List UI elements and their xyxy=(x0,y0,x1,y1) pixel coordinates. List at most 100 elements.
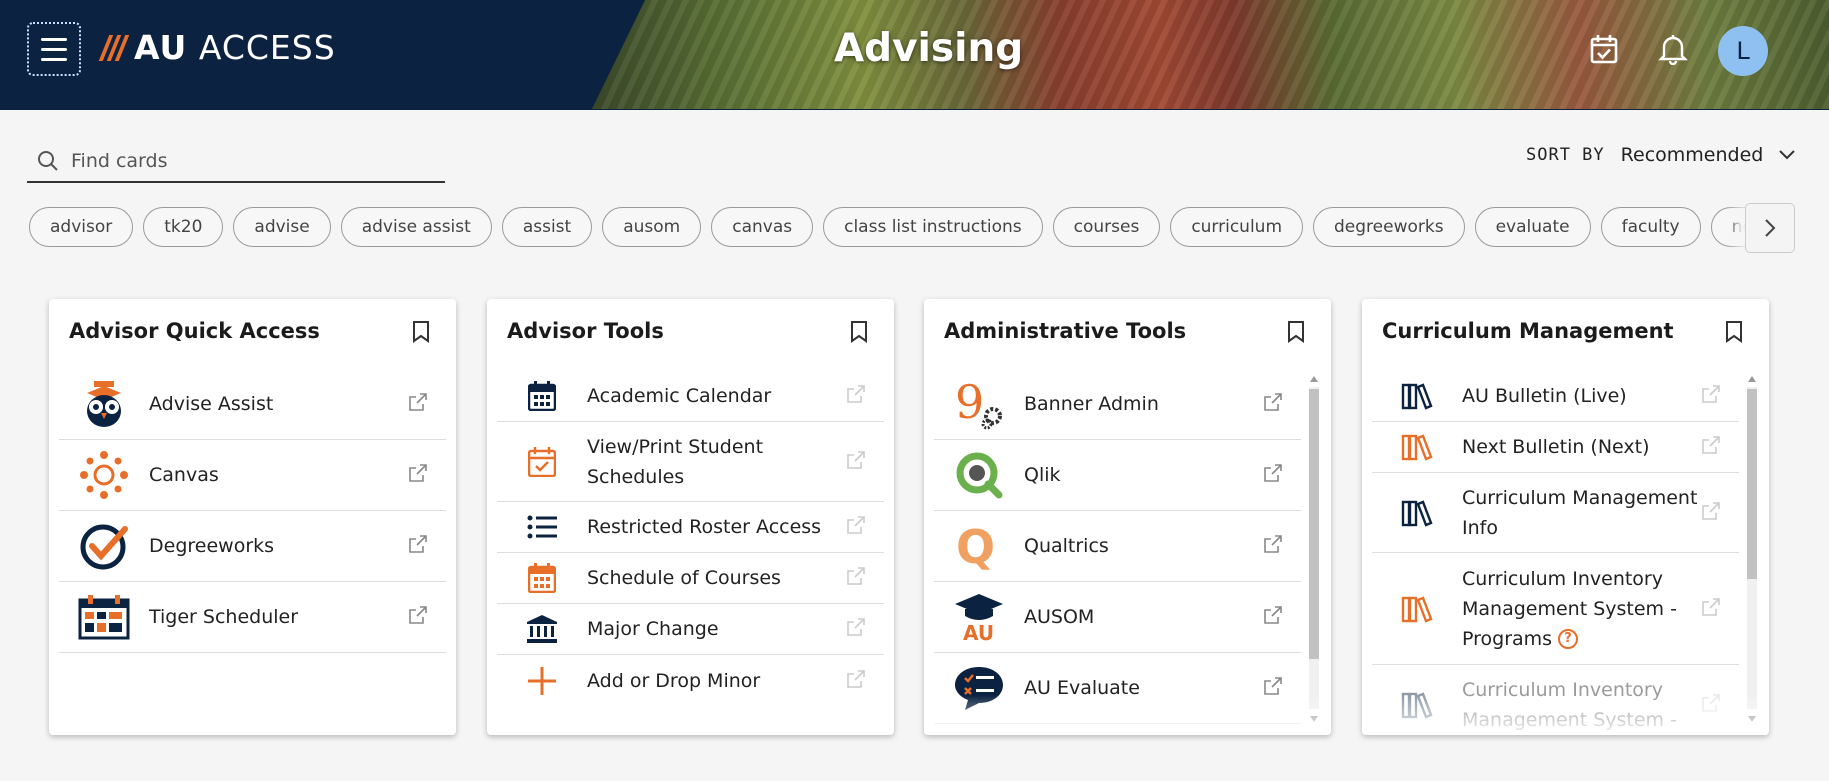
link-ausom[interactable]: AU AUSOM xyxy=(934,582,1301,653)
canvas-logo-icon xyxy=(59,450,149,500)
svg-text:Q: Q xyxy=(956,521,995,571)
bookmark-icon[interactable] xyxy=(1287,321,1305,347)
scroll-up-icon[interactable] xyxy=(1747,375,1757,383)
card-advisor-quick-access: Advisor Quick Access Advise Assist Canva… xyxy=(49,299,456,735)
external-link-icon xyxy=(846,515,866,539)
link-label: Advise Assist xyxy=(149,393,274,415)
link-next-bulletin[interactable]: Next Bulletin (Next) xyxy=(1372,422,1739,473)
chip-assist[interactable]: assist xyxy=(501,207,593,247)
chip-advise-assist[interactable]: advise assist xyxy=(340,207,492,247)
bookmark-icon[interactable] xyxy=(1725,321,1743,347)
link-label: Curriculum Inventory Management System - xyxy=(1462,678,1677,731)
link-curriculum-management-info[interactable]: Curriculum Management Info xyxy=(1372,473,1739,553)
link-schedule-of-courses[interactable]: Schedule of Courses xyxy=(497,553,884,604)
link-au-evaluate[interactable]: AU Evaluate xyxy=(934,653,1301,724)
external-link-icon xyxy=(1701,384,1721,408)
menu-button[interactable] xyxy=(27,22,81,76)
link-canvas[interactable]: Canvas xyxy=(59,440,446,511)
logo-stripes-icon xyxy=(98,34,130,61)
link-qualtrics[interactable]: Q Qualtrics xyxy=(934,511,1301,582)
chip-evaluate[interactable]: evaluate xyxy=(1474,207,1591,247)
scrollbar-thumb[interactable] xyxy=(1309,389,1319,659)
evaluate-chat-icon xyxy=(934,664,1024,712)
sort-label: SORT BY xyxy=(1526,145,1605,165)
link-banner-admin[interactable]: 9 Banner Admin xyxy=(934,369,1301,440)
external-link-icon xyxy=(846,566,866,590)
chip-canvas[interactable]: canvas xyxy=(711,207,814,247)
link-label: Tiger Scheduler xyxy=(149,606,299,628)
link-label: AUSOM xyxy=(1024,606,1095,628)
svg-text:AU: AU xyxy=(963,621,994,642)
link-au-bulletin-live[interactable]: AU Bulletin (Live) xyxy=(1372,371,1739,422)
external-link-icon xyxy=(1701,435,1721,459)
card-link-list: Academic Calendar View/Print Student Sch… xyxy=(497,371,884,706)
external-link-icon xyxy=(1701,597,1721,621)
link-academic-calendar[interactable]: Academic Calendar xyxy=(497,371,884,422)
chips-next-button[interactable] xyxy=(1745,203,1795,253)
chevron-right-icon xyxy=(1765,219,1776,237)
chip-degreeworks[interactable]: degreeworks xyxy=(1313,207,1465,247)
chip-curriculum[interactable]: curriculum xyxy=(1170,207,1304,247)
banner-icon: 9 xyxy=(934,378,1024,430)
link-view-print-student-schedules[interactable]: View/Print Student Schedules xyxy=(497,422,884,502)
link-label: Schedule of Courses xyxy=(587,567,781,589)
user-avatar[interactable]: L xyxy=(1718,26,1768,76)
link-cims-programs[interactable]: Curriculum Inventory Management System -… xyxy=(1372,553,1739,665)
link-restricted-roster-access[interactable]: Restricted Roster Access xyxy=(497,502,884,553)
sort-control[interactable]: SORT BY Recommended xyxy=(1526,144,1796,166)
link-tiger-scheduler[interactable]: Tiger Scheduler xyxy=(59,582,446,653)
chip-ausom[interactable]: ausom xyxy=(602,207,702,247)
chip-advise[interactable]: advise xyxy=(233,207,331,247)
chip-faculty[interactable]: faculty xyxy=(1600,207,1701,247)
card-title: Advisor Tools xyxy=(507,319,664,343)
calendar-grid-icon xyxy=(497,563,587,593)
chevron-down-icon xyxy=(1779,150,1796,160)
scroll-up-icon[interactable] xyxy=(1309,375,1319,383)
link-cims-courses[interactable]: Curriculum Inventory Management System - xyxy=(1372,665,1739,735)
link-label: Banner Admin xyxy=(1024,393,1159,415)
scrollbar-thumb[interactable] xyxy=(1747,389,1757,579)
help-icon[interactable]: ? xyxy=(1558,629,1579,649)
chip-advisor[interactable]: advisor xyxy=(29,207,134,247)
external-link-icon xyxy=(1701,693,1721,717)
chip-courses[interactable]: courses xyxy=(1052,207,1161,247)
external-link-icon xyxy=(846,669,866,693)
bell-icon[interactable] xyxy=(1656,32,1690,66)
books-icon xyxy=(1372,499,1462,527)
link-qlik[interactable]: Qlik xyxy=(934,440,1301,511)
chip-tk20[interactable]: tk20 xyxy=(143,207,224,247)
card-scrollbar[interactable] xyxy=(1743,375,1759,725)
institution-icon xyxy=(497,615,587,643)
scheduler-calendar-icon xyxy=(59,594,149,640)
external-link-icon xyxy=(408,534,428,558)
page-title: Advising xyxy=(834,26,1024,71)
menu-icon xyxy=(41,37,67,41)
calendar-check-icon[interactable] xyxy=(1587,32,1621,66)
bookmark-icon[interactable] xyxy=(850,321,868,347)
books-icon xyxy=(1372,595,1462,623)
search-bar xyxy=(27,140,445,183)
svg-text:9: 9 xyxy=(955,378,984,429)
card-administrative-tools: Administrative Tools 9 Banner Admin Qlik… xyxy=(924,299,1331,735)
card-link-list: 9 Banner Admin Qlik Q Qualtrics AU AUSOM… xyxy=(934,369,1301,724)
link-add-or-drop-minor[interactable]: Add or Drop Minor xyxy=(497,655,884,706)
external-link-icon xyxy=(846,384,866,408)
ausom-grad-cap-icon: AU xyxy=(934,592,1024,642)
chip-class-list-instructions[interactable]: class list instructions xyxy=(823,207,1043,247)
card-scrollbar[interactable] xyxy=(1305,375,1321,725)
au-access-logo[interactable]: AU ACCESS xyxy=(98,28,336,67)
link-degreeworks[interactable]: Degreeworks xyxy=(59,511,446,582)
external-link-icon xyxy=(1701,501,1721,525)
link-major-change[interactable]: Major Change xyxy=(497,604,884,655)
search-input[interactable] xyxy=(71,149,411,172)
chip-nextbulletin[interactable]: nextbulletin xyxy=(1710,207,1745,247)
books-icon xyxy=(1372,691,1462,719)
external-link-icon xyxy=(408,605,428,629)
scroll-down-icon[interactable] xyxy=(1309,715,1319,723)
link-advise-assist[interactable]: Advise Assist xyxy=(59,369,446,440)
bookmark-icon[interactable] xyxy=(412,321,430,347)
scroll-down-icon[interactable] xyxy=(1747,715,1757,723)
link-label: Curriculum Management Info xyxy=(1462,486,1698,539)
logo-prefix: AU xyxy=(134,28,188,67)
link-label: Next Bulletin (Next) xyxy=(1462,436,1650,458)
